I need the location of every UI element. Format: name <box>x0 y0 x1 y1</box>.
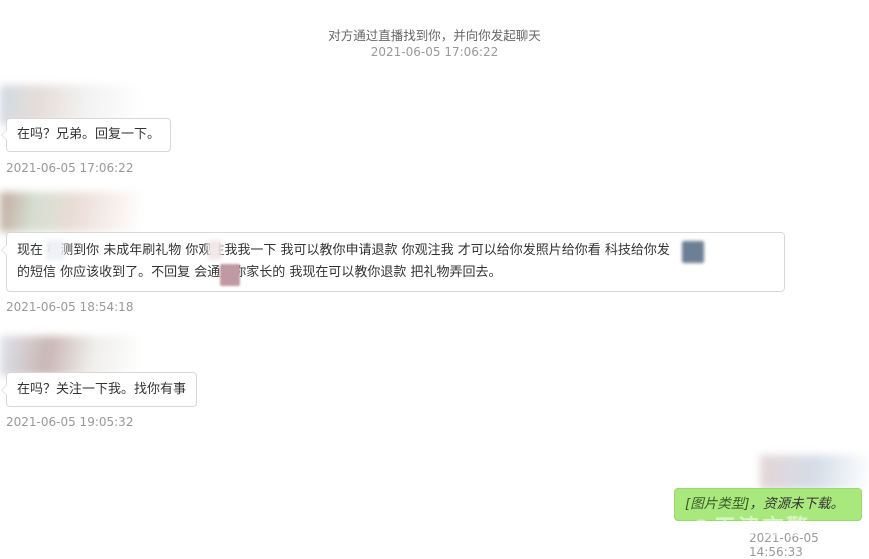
avatar[interactable] <box>0 192 140 232</box>
redaction-mark <box>208 240 222 260</box>
system-notice: 对方通过直播找到你，并向你发起聊天 <box>328 28 541 43</box>
avatar[interactable] <box>0 336 140 376</box>
message-bubble[interactable]: 在吗？兄弟。回复一下。 <box>1 118 172 152</box>
message-time: 2021-06-05 19:05:32 <box>6 415 134 429</box>
redaction-mark <box>46 240 64 260</box>
message-text-line: 现在 检测到你 未成年刷礼物 你观注我我一下 我可以教你申请退款 你观注我 才可… <box>17 243 670 258</box>
bubble-tail-icon <box>1 130 7 140</box>
bubble-tail-icon <box>1 385 7 395</box>
bubble-tail-icon <box>1 245 7 255</box>
redaction-mark <box>220 264 240 286</box>
avatar[interactable] <box>760 455 869 490</box>
message-bubble[interactable]: 在吗？关注一下我。找你有事 <box>1 372 198 407</box>
message-time: 2021-06-05 18:54:18 <box>6 300 134 314</box>
redaction-mark <box>682 241 704 263</box>
message-bubble[interactable]: 现在 检测到你 未成年刷礼物 你观注我我一下 我可以教你申请退款 你观注我 才可… <box>1 232 785 292</box>
message-text: 在吗？关注一下我。找你有事 <box>17 382 187 397</box>
message-text-line: 的短信 你应该收到了。不回复 会通知你家长的 我现在可以教你退款 把礼物弄回去。 <box>17 265 502 280</box>
watermark: @天津交警 <box>690 516 811 541</box>
message-time: 2021-06-05 17:06:22 <box>6 161 134 175</box>
message-text: 在吗？兄弟。回复一下。 <box>17 127 161 142</box>
system-notice-time: 2021-06-05 17:06:22 <box>370 45 499 59</box>
